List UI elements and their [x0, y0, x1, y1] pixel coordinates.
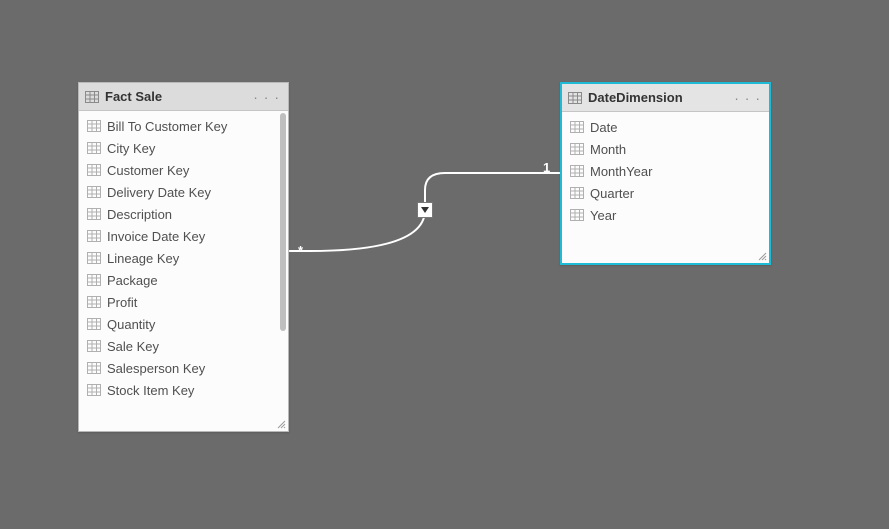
column-icon [570, 143, 584, 155]
field-label: Package [107, 273, 158, 288]
table-menu-button[interactable]: · · · [251, 89, 282, 105]
column-icon [87, 208, 101, 220]
table-card-date-dimension[interactable]: DateDimension · · · Date Month MonthYear Qu… [560, 82, 771, 265]
field-row[interactable]: Sale Key [79, 335, 288, 357]
table-card-fact-sale[interactable]: Fact Sale · · · Bill To Customer Key City… [78, 82, 289, 432]
field-label: Invoice Date Key [107, 229, 205, 244]
field-label: Date [590, 120, 617, 135]
field-row[interactable]: Customer Key [79, 159, 288, 181]
relationship-many-label: * [298, 243, 303, 258]
column-icon [87, 164, 101, 176]
field-label: Stock Item Key [107, 383, 194, 398]
resize-handle[interactable] [276, 419, 286, 429]
column-icon [87, 340, 101, 352]
column-icon [570, 209, 584, 221]
field-label: Quarter [590, 186, 634, 201]
column-icon [87, 120, 101, 132]
column-icon [570, 165, 584, 177]
field-row[interactable]: Description [79, 203, 288, 225]
table-icon [568, 92, 582, 104]
field-list: Bill To Customer Key City Key Customer Key… [79, 111, 288, 405]
column-icon [87, 384, 101, 396]
field-row[interactable]: City Key [79, 137, 288, 159]
table-header[interactable]: DateDimension · · · [562, 84, 769, 112]
field-row[interactable]: MonthYear [562, 160, 769, 182]
field-label: Lineage Key [107, 251, 179, 266]
resize-handle[interactable] [757, 251, 767, 261]
table-header[interactable]: Fact Sale · · · [79, 83, 288, 111]
field-label: MonthYear [590, 164, 652, 179]
column-icon [87, 252, 101, 264]
field-row[interactable]: Delivery Date Key [79, 181, 288, 203]
field-row[interactable]: Month [562, 138, 769, 160]
field-row[interactable]: Quantity [79, 313, 288, 335]
column-icon [87, 142, 101, 154]
column-icon [87, 318, 101, 330]
field-list: Date Month MonthYear Quarter Year [562, 112, 769, 230]
field-label: City Key [107, 141, 155, 156]
column-icon [87, 296, 101, 308]
field-row[interactable]: Stock Item Key [79, 379, 288, 401]
field-row[interactable]: Salesperson Key [79, 357, 288, 379]
field-label: Year [590, 208, 616, 223]
model-canvas[interactable]: * 1 Fact Sale · · · Bill To Customer Key… [0, 0, 889, 529]
column-icon [570, 121, 584, 133]
table-icon [85, 91, 99, 103]
field-label: Customer Key [107, 163, 189, 178]
field-label: Profit [107, 295, 137, 310]
relationship-one-label: 1 [543, 160, 550, 175]
field-label: Month [590, 142, 626, 157]
field-row[interactable]: Profit [79, 291, 288, 313]
table-title: DateDimension [588, 90, 732, 105]
column-icon [87, 230, 101, 242]
field-label: Description [107, 207, 172, 222]
field-row[interactable]: Lineage Key [79, 247, 288, 269]
column-icon [87, 362, 101, 374]
relationship-filter-marker[interactable] [417, 202, 433, 218]
field-row[interactable]: Date [562, 116, 769, 138]
field-label: Delivery Date Key [107, 185, 211, 200]
filter-direction-icon [420, 205, 430, 215]
field-label: Bill To Customer Key [107, 119, 227, 134]
field-row[interactable]: Invoice Date Key [79, 225, 288, 247]
table-menu-button[interactable]: · · · [732, 90, 763, 106]
scrollbar-thumb[interactable] [280, 113, 286, 331]
column-icon [87, 274, 101, 286]
field-row[interactable]: Package [79, 269, 288, 291]
field-label: Salesperson Key [107, 361, 205, 376]
field-label: Quantity [107, 317, 155, 332]
field-row[interactable]: Year [562, 204, 769, 226]
column-icon [570, 187, 584, 199]
table-title: Fact Sale [105, 89, 251, 104]
field-label: Sale Key [107, 339, 159, 354]
column-icon [87, 186, 101, 198]
field-row[interactable]: Bill To Customer Key [79, 115, 288, 137]
field-row[interactable]: Quarter [562, 182, 769, 204]
